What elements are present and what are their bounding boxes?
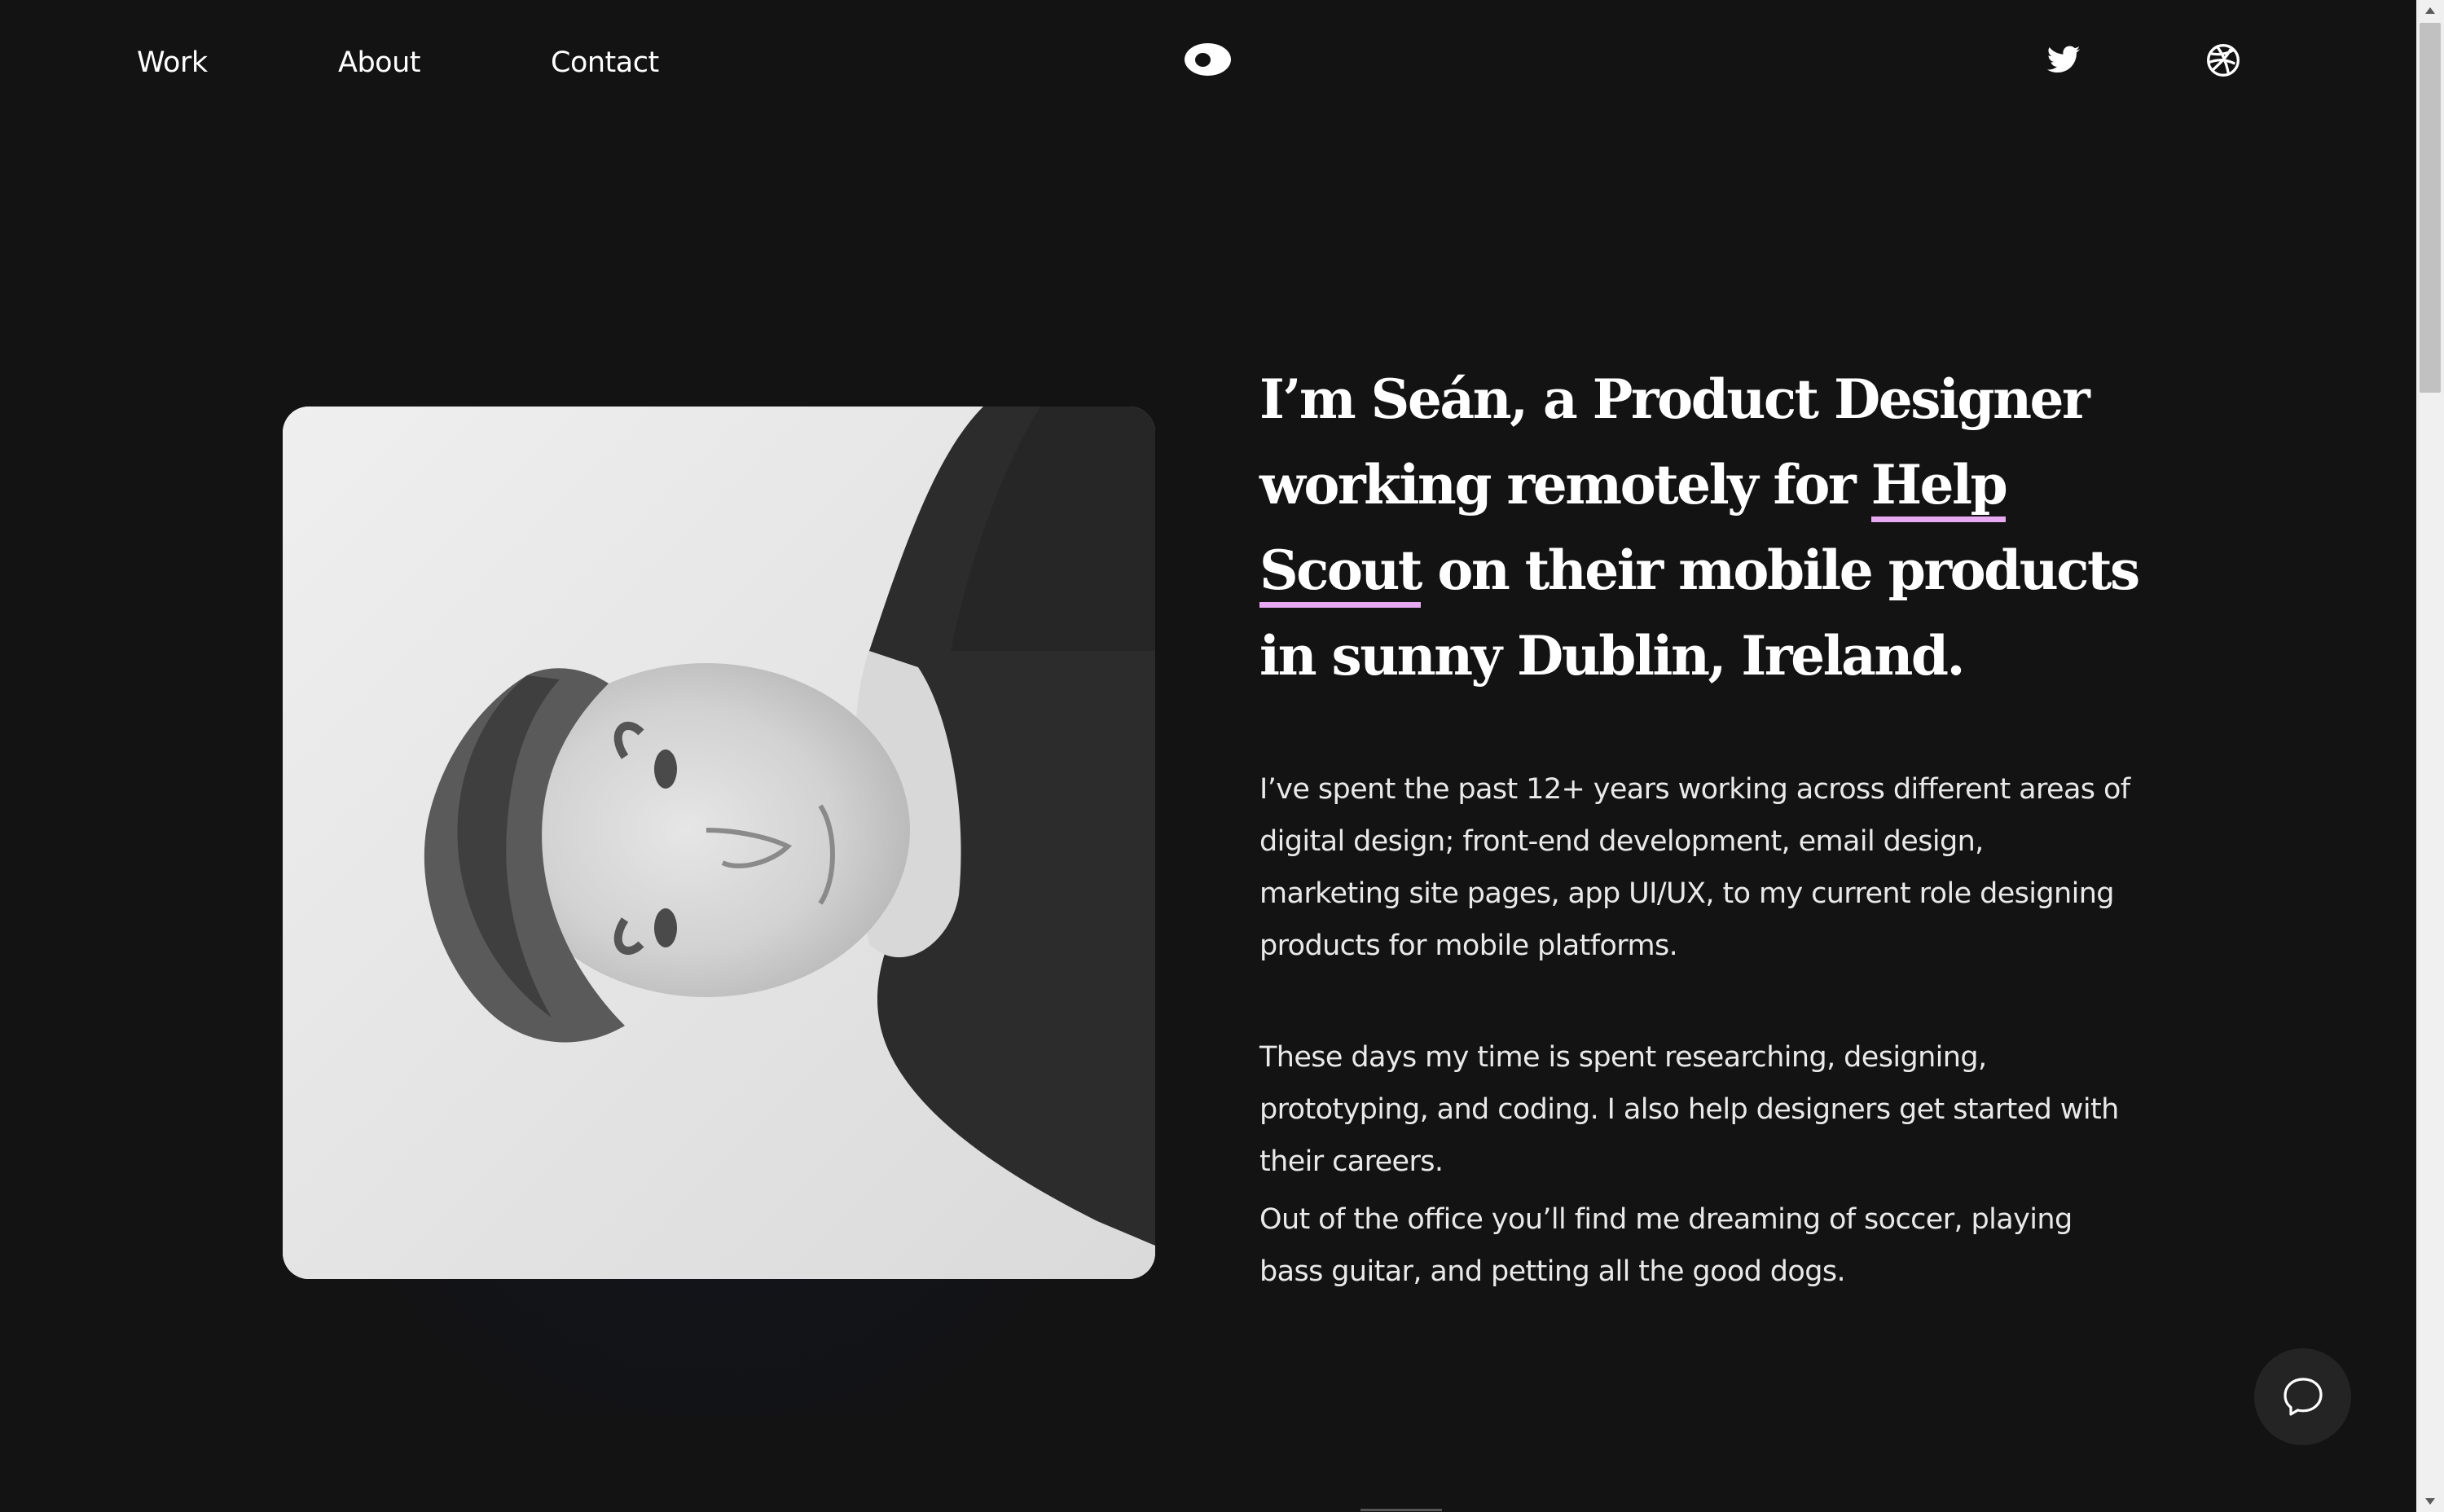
chat-button[interactable] <box>2254 1348 2351 1445</box>
profile-photo <box>283 407 1155 1279</box>
hero-headline: I’m Seán, a Product Designer working rem… <box>1259 357 2156 699</box>
nav-contact-link[interactable]: Contact <box>551 41 659 85</box>
nav-work-link[interactable]: Work <box>137 41 208 85</box>
scroll-up-arrow-icon[interactable] <box>2416 0 2444 21</box>
chat-bubble-icon <box>2284 1378 2323 1416</box>
twitter-icon[interactable] <box>2046 42 2081 78</box>
nav-about-link[interactable]: About <box>338 41 420 85</box>
dribbble-icon[interactable] <box>2205 42 2241 78</box>
divider <box>1360 1509 1442 1511</box>
eye-logo-icon[interactable] <box>1185 43 1231 76</box>
scroll-down-arrow-icon[interactable] <box>2416 1491 2444 1512</box>
bio-paragraph-hobbies: Out of the office you’ll find me dreamin… <box>1259 1203 2073 1288</box>
eye-pupil <box>1195 53 1211 67</box>
vertical-scrollbar[interactable] <box>2416 0 2444 1512</box>
bio-paragraph-current: These days my time is spent researching,… <box>1259 1041 2119 1178</box>
bio-paragraph-experience: I’ve spent the past 12+ years working ac… <box>1259 773 2130 962</box>
scroll-thumb[interactable] <box>2420 23 2441 393</box>
